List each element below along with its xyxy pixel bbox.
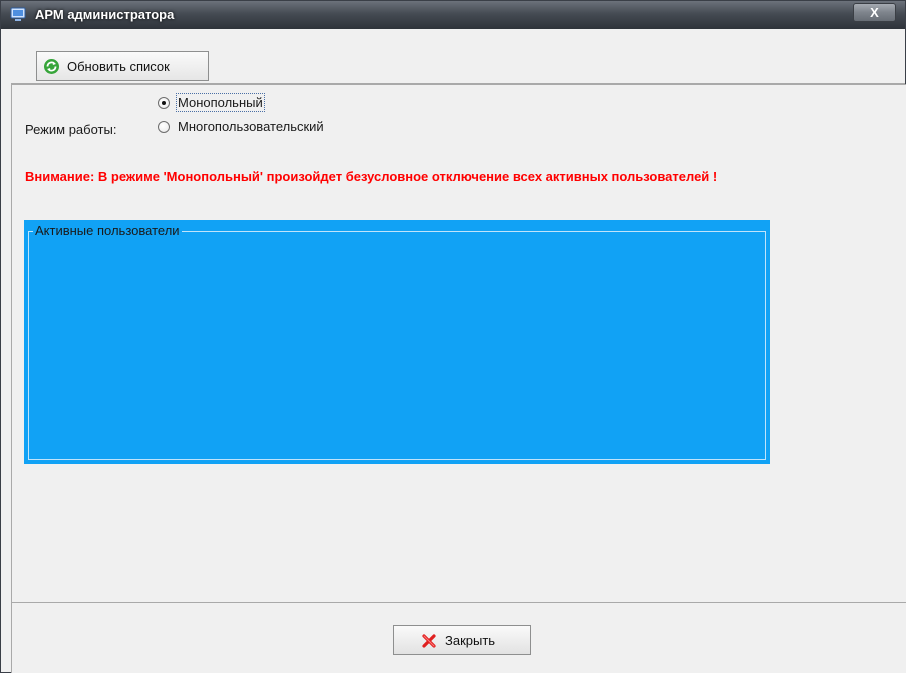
- mode-label: Режим работы:: [25, 122, 117, 137]
- active-users-title: Активные пользователи: [33, 223, 182, 238]
- title-bar[interactable]: АРМ администратора X: [1, 1, 905, 29]
- radio-exclusive[interactable]: Монопольный: [158, 93, 318, 113]
- radio-button-unchecked[interactable]: [158, 121, 170, 133]
- refresh-list-label: Обновить список: [67, 59, 170, 74]
- active-users-panel[interactable]: Активные пользователи: [24, 220, 770, 464]
- app-icon: [10, 7, 26, 23]
- window-title: АРМ администратора: [35, 7, 175, 22]
- radio-button-checked[interactable]: [158, 97, 170, 109]
- close-icon: X: [870, 5, 879, 20]
- toolbar: Обновить список: [11, 29, 905, 84]
- window-close-button[interactable]: X: [853, 3, 896, 22]
- radio-multiuser-label: Многопользовательский: [178, 119, 324, 134]
- refresh-list-button[interactable]: Обновить список: [36, 51, 209, 81]
- x-icon: [421, 633, 437, 649]
- main-content: Режим работы: Монопольный Многопользоват…: [11, 84, 906, 602]
- refresh-icon: [43, 58, 60, 75]
- app-window: АРМ администратора X Обновить список Реж…: [0, 0, 906, 673]
- close-button-label: Закрыть: [445, 633, 496, 648]
- radio-exclusive-label: Монопольный: [176, 93, 265, 112]
- radio-multiuser[interactable]: Многопользовательский: [158, 119, 388, 137]
- warning-message: Внимание: В режиме 'Монопольный' произой…: [25, 169, 718, 184]
- close-button[interactable]: Закрыть: [393, 625, 531, 655]
- active-users-border: [28, 231, 766, 460]
- footer-bar: Закрыть: [11, 602, 906, 673]
